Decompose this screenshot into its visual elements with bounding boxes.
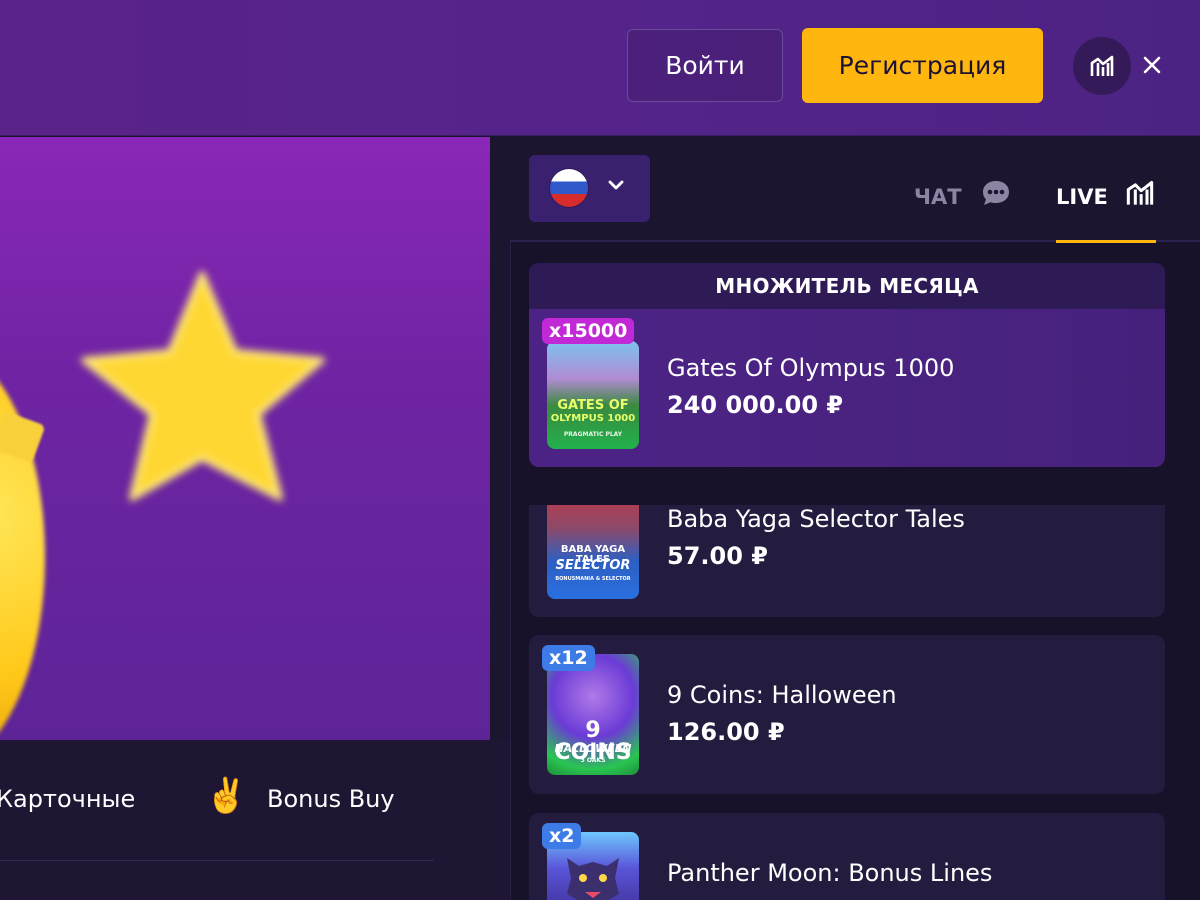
thumb-provider: BONUSMANIA & SELECTOR	[555, 576, 631, 582]
thumb-title: OLYMPUS 1000	[550, 413, 636, 424]
thumb-title: GATES OF	[557, 398, 629, 413]
coin-graphic	[0, 347, 45, 740]
thumb-title: HALLOWEEN	[554, 742, 632, 755]
win-card[interactable]: BABA YAGA TALES SELECTOR BONUSMANIA & SE…	[529, 505, 1165, 617]
russia-flag-icon	[550, 169, 588, 207]
divider	[0, 860, 434, 861]
game-name: 9 Coins: Halloween	[667, 681, 897, 709]
game-thumbnail: GATES OF OLYMPUS 1000 PRAGMATIC PLAY	[547, 341, 639, 449]
multiplier-badge: x15000	[542, 318, 635, 344]
win-card[interactable]: x2 Panther Moon: Bonus Lines	[529, 813, 1165, 900]
stats-icon[interactable]	[1126, 180, 1154, 206]
win-card[interactable]: 9 COINS HALLOWEEN 3 OAKS x12 9 Coins: Ha…	[529, 635, 1165, 794]
category-bonus-buy[interactable]: Bonus Buy	[267, 785, 395, 813]
stats-icon	[1090, 55, 1114, 76]
win-amount: 240 000.00 ₽	[667, 391, 844, 419]
close-icon	[1143, 56, 1161, 74]
victory-hand-icon: ✌️	[205, 776, 248, 816]
featured-title: МНОЖИТЕЛЬ МЕСЯЦА	[529, 263, 1165, 309]
panther-graphic	[567, 858, 619, 900]
active-tab-indicator	[1056, 240, 1156, 243]
close-button[interactable]	[1138, 50, 1166, 80]
win-amount: 57.00 ₽	[667, 542, 768, 570]
thumb-provider: 3 OAKS	[580, 757, 606, 764]
register-button[interactable]: Регистрация	[802, 28, 1043, 103]
game-thumbnail: BABA YAGA TALES SELECTOR BONUSMANIA & SE…	[547, 505, 639, 599]
featured-win-card[interactable]: МНОЖИТЕЛЬ МЕСЯЦА GATES OF OLYMPUS 1000 P…	[529, 263, 1165, 467]
win-amount: 126.00 ₽	[667, 718, 785, 746]
promo-banner[interactable]	[0, 137, 490, 740]
tab-chat[interactable]: ЧАТ	[914, 185, 962, 213]
game-name: Gates Of Olympus 1000	[667, 354, 955, 382]
chat-icon[interactable]	[981, 179, 1011, 207]
game-name: Panther Moon: Bonus Lines	[667, 859, 993, 887]
category-cards[interactable]: Карточные	[0, 785, 135, 813]
stats-button[interactable]	[1073, 37, 1131, 95]
star-graphic	[81, 271, 325, 501]
chevron-down-icon	[608, 180, 624, 190]
login-button[interactable]: Войти	[627, 29, 783, 102]
game-thumbnail: 9 COINS HALLOWEEN 3 OAKS	[547, 654, 639, 775]
game-name: Baba Yaga Selector Tales	[667, 505, 965, 533]
language-selector[interactable]	[529, 155, 650, 222]
multiplier-badge: x2	[542, 823, 582, 849]
thumb-title: SELECTOR	[555, 558, 631, 573]
tab-live[interactable]: LIVE	[1056, 185, 1108, 213]
thumb-provider: PRAGMATIC PLAY	[563, 431, 623, 438]
category-bar	[0, 740, 510, 900]
multiplier-badge: x12	[542, 645, 595, 671]
